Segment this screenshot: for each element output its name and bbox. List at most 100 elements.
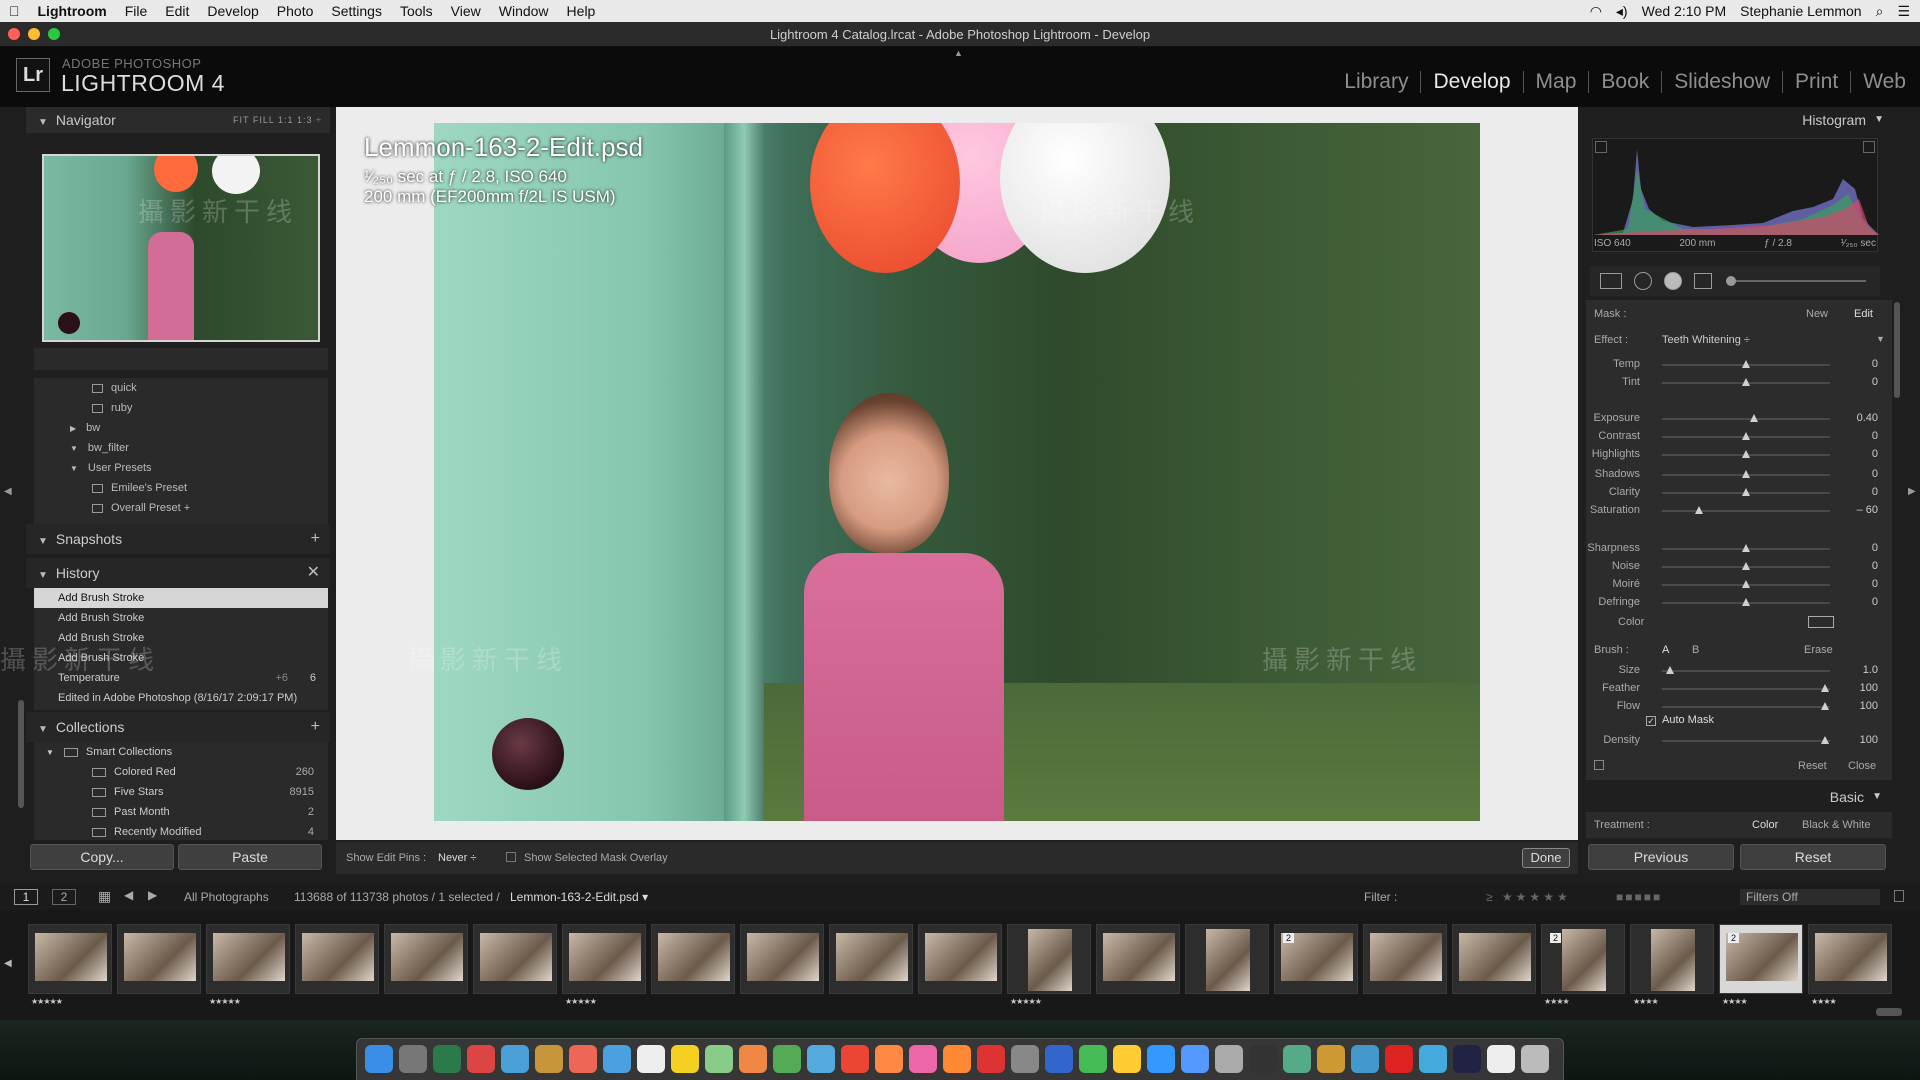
- slider-thumb[interactable]: [1820, 702, 1829, 710]
- dock-time-machine-icon[interactable]: [433, 1045, 461, 1073]
- preset-item[interactable]: Emilee's Preset: [34, 478, 328, 498]
- slider-defringe[interactable]: Defringe 0: [1586, 594, 1892, 612]
- menu-photo[interactable]: Photo: [268, 3, 323, 19]
- right-panel-scrollbar[interactable]: [1894, 302, 1900, 398]
- collapse-triangle-icon[interactable]: ▼: [1872, 785, 1882, 809]
- histogram-header[interactable]: Histogram ▼: [1584, 107, 1894, 133]
- slider-value[interactable]: 0: [1872, 578, 1878, 590]
- module-web[interactable]: Web: [1851, 71, 1906, 93]
- navigator-zoom-modes[interactable]: FIT FILL 1:1 1:3 ÷: [233, 107, 322, 133]
- slider-value[interactable]: 0.40: [1857, 412, 1878, 424]
- collection-toggle-icon[interactable]: ▼: [46, 748, 54, 757]
- slider-flow[interactable]: Flow 100: [1586, 698, 1892, 716]
- menu-help[interactable]: Help: [558, 3, 605, 19]
- minimize-window-icon[interactable]: [28, 28, 40, 40]
- slider-value[interactable]: 0: [1872, 560, 1878, 572]
- slider-value[interactable]: 0: [1872, 468, 1878, 480]
- folder-toggle-icon[interactable]: ▼: [70, 444, 78, 453]
- brush-reset-button[interactable]: Reset: [1798, 760, 1827, 772]
- graduated-filter-icon[interactable]: [1694, 273, 1712, 289]
- slider-track[interactable]: [1662, 544, 1830, 552]
- brush-erase-tab[interactable]: Erase: [1804, 644, 1833, 656]
- dock-itunes-icon[interactable]: [909, 1045, 937, 1073]
- reset-button[interactable]: Reset: [1740, 844, 1886, 870]
- main-window-button[interactable]: 1: [14, 889, 38, 905]
- slider-thumb[interactable]: [1742, 450, 1750, 458]
- red-eye-icon[interactable]: [1664, 272, 1682, 290]
- color-label-filter[interactable]: ■■■■■: [1616, 890, 1662, 904]
- slider-track[interactable]: [1662, 360, 1830, 368]
- menubar-user[interactable]: Stephanie Lemmon: [1740, 3, 1861, 19]
- crop-overlay-icon[interactable]: [1600, 273, 1622, 289]
- slider-shadows[interactable]: Shadows 0: [1586, 466, 1892, 484]
- filmstrip-thumb[interactable]: [918, 924, 1002, 994]
- module-library[interactable]: Library: [1332, 71, 1422, 93]
- collections-header[interactable]: ▼ Collections +: [26, 712, 330, 742]
- slider-track[interactable]: [1662, 378, 1830, 386]
- top-panel-toggle-icon[interactable]: ▲: [954, 48, 963, 58]
- collection-item[interactable]: Colored Red 260: [34, 762, 328, 782]
- menu-settings[interactable]: Settings: [322, 3, 391, 19]
- adjustment-brush-icon[interactable]: [1726, 276, 1736, 286]
- slider-exposure[interactable]: Exposure 0.40: [1586, 410, 1892, 428]
- filmstrip-thumb[interactable]: [1185, 924, 1269, 994]
- add-snapshot-icon[interactable]: +: [311, 524, 320, 554]
- folder-toggle-icon[interactable]: ▶: [70, 424, 76, 433]
- dock-chrome-2-icon[interactable]: [1351, 1045, 1379, 1073]
- filmstrip-thumb[interactable]: [384, 924, 468, 994]
- slider-contrast[interactable]: Contrast 0: [1586, 428, 1892, 446]
- history-header[interactable]: ▼ History ✕: [26, 558, 330, 588]
- slider-thumb[interactable]: [1750, 414, 1759, 422]
- preset-folder[interactable]: ▼ User Presets: [34, 458, 328, 478]
- menu-edit[interactable]: Edit: [156, 3, 198, 19]
- filmstrip-thumb[interactable]: ★★★★★: [562, 924, 646, 1006]
- dock-calendar-icon[interactable]: [569, 1045, 597, 1073]
- treatment-color-button[interactable]: Color: [1752, 812, 1778, 838]
- module-slideshow[interactable]: Slideshow: [1662, 71, 1783, 93]
- filmstrip-thumb[interactable]: 2: [1274, 924, 1358, 994]
- previous-button[interactable]: Previous: [1588, 844, 1734, 870]
- dock-word-icon[interactable]: [1045, 1045, 1073, 1073]
- slider-value[interactable]: 0: [1872, 486, 1878, 498]
- slider-track[interactable]: [1662, 736, 1830, 744]
- dock-onenote-icon[interactable]: [1113, 1045, 1141, 1073]
- stack-badge[interactable]: 2: [1728, 933, 1740, 943]
- paste-button[interactable]: Paste: [178, 844, 322, 870]
- dock-adobe-icon[interactable]: [1385, 1045, 1413, 1073]
- dock-photoshop-icon[interactable]: [1453, 1045, 1481, 1073]
- slider-track[interactable]: [1662, 684, 1830, 692]
- filmstrip-thumb[interactable]: [1452, 924, 1536, 994]
- filter-lock-icon[interactable]: [1894, 890, 1904, 902]
- filmstrip-thumb[interactable]: [1096, 924, 1180, 994]
- module-book[interactable]: Book: [1589, 71, 1663, 93]
- slider-value[interactable]: 0: [1872, 596, 1878, 608]
- zoom-window-icon[interactable]: [48, 28, 60, 40]
- menu-file[interactable]: File: [116, 3, 157, 19]
- dock-chrome-icon[interactable]: [739, 1045, 767, 1073]
- dock-app-store-icon[interactable]: [1181, 1045, 1209, 1073]
- slider-feather[interactable]: Feather 100: [1586, 680, 1892, 698]
- dock-photo-booth-icon[interactable]: [841, 1045, 869, 1073]
- dock-maps-icon[interactable]: [1283, 1045, 1311, 1073]
- highlight-clipping-icon[interactable]: [1863, 141, 1875, 153]
- slider-noise[interactable]: Noise 0: [1586, 558, 1892, 576]
- menubar-clock[interactable]: Wed 2:10 PM: [1642, 3, 1727, 19]
- navigator-header[interactable]: ▼ Navigator FIT FILL 1:1 1:3 ÷: [26, 107, 330, 133]
- dock-safari-icon[interactable]: [603, 1045, 631, 1073]
- slider-value[interactable]: – 60: [1857, 504, 1878, 516]
- module-develop[interactable]: Develop: [1421, 71, 1524, 93]
- slider-temp[interactable]: Temp 0: [1586, 356, 1892, 374]
- slider-thumb[interactable]: [1742, 470, 1750, 478]
- slider-value[interactable]: 0: [1872, 376, 1878, 388]
- slider-clarity[interactable]: Clarity 0: [1586, 484, 1892, 502]
- right-panel-toggle-icon[interactable]: ▶: [1908, 486, 1916, 497]
- slider-track[interactable]: [1662, 666, 1830, 674]
- main-photo[interactable]: [434, 123, 1480, 821]
- slider-track[interactable]: [1662, 580, 1830, 588]
- brush-close-button[interactable]: Close: [1848, 760, 1876, 772]
- snapshots-header[interactable]: ▼ Snapshots +: [26, 524, 330, 554]
- treatment-bw-button[interactable]: Black & White: [1802, 812, 1870, 838]
- slider-thumb[interactable]: [1742, 432, 1750, 440]
- slider-track[interactable]: [1662, 506, 1830, 514]
- module-print[interactable]: Print: [1783, 71, 1852, 93]
